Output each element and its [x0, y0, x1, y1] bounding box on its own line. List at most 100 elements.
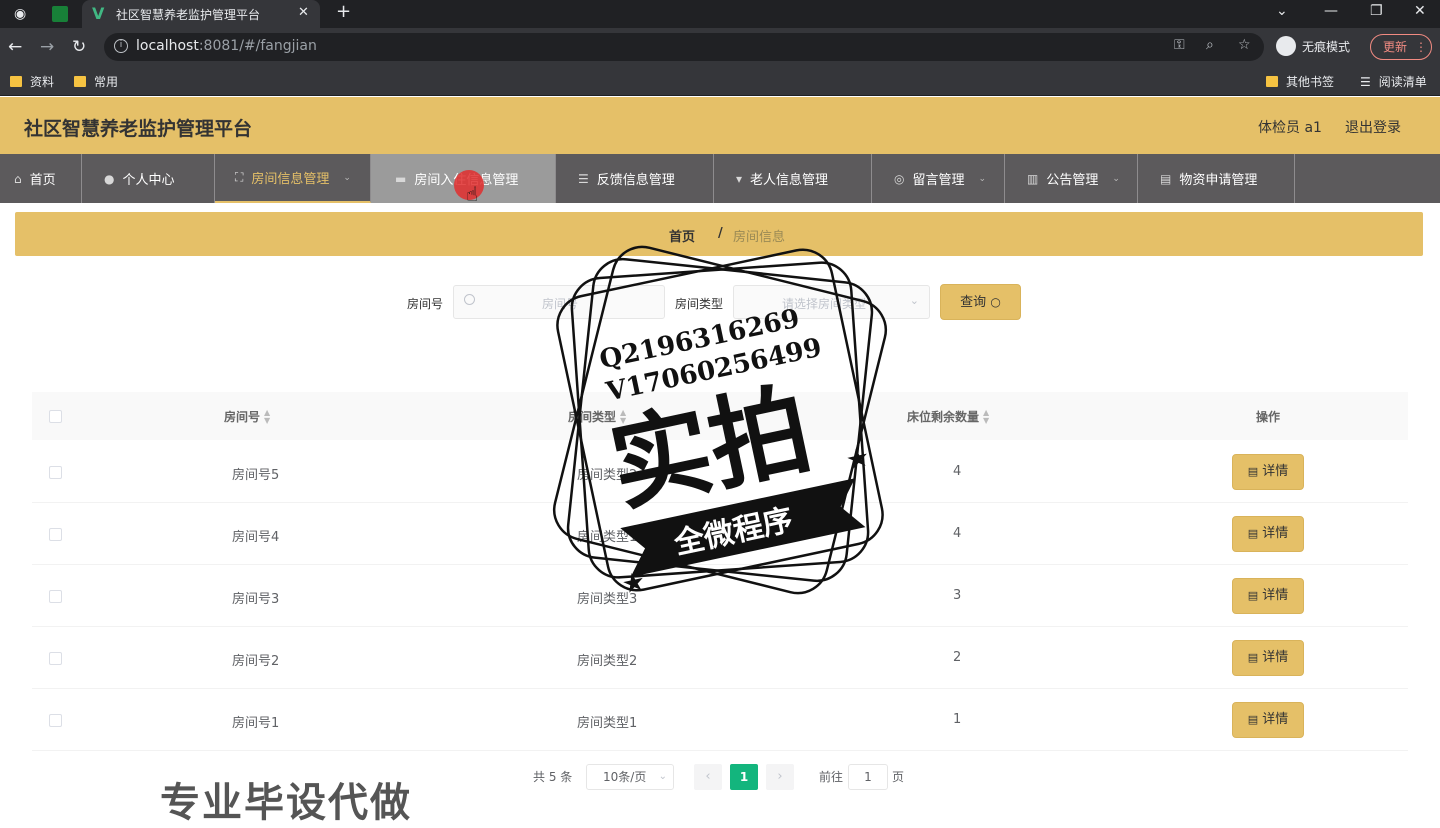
menu-item-notices[interactable]: ▥ 公告管理 ⌄	[1005, 154, 1138, 203]
url-host: localhost	[136, 38, 199, 54]
row-checkbox[interactable]	[49, 528, 62, 541]
detail-label: 详情	[1262, 464, 1289, 479]
detail-button[interactable]: ▤ 详情	[1232, 640, 1304, 676]
detail-button[interactable]: ▤ 详情	[1232, 454, 1304, 490]
column-room-no[interactable]: 房间号 ▲ ▼	[224, 408, 270, 425]
folder-icon	[74, 76, 86, 87]
column-label: 操作	[1256, 410, 1281, 424]
goto-page-input[interactable]: 1	[848, 764, 888, 790]
chevron-down-icon: ⌄	[1112, 173, 1120, 184]
vue-logo-icon: V	[92, 4, 105, 23]
goto-label: 前往	[819, 770, 844, 784]
incognito-indicator[interactable]: 无痕模式	[1276, 32, 1350, 60]
back-icon[interactable]: ←	[8, 37, 22, 57]
detail-button[interactable]: ▤ 详情	[1232, 516, 1304, 552]
detail-button[interactable]: ▤ 详情	[1232, 578, 1304, 614]
app-title: 社区智慧养老监护管理平台	[24, 118, 253, 140]
window-close-icon[interactable]: ✕	[1414, 3, 1426, 19]
compass-icon: ◎	[894, 171, 905, 186]
page-unit-label: 页	[892, 770, 905, 784]
bookmark-label: 常用	[94, 75, 119, 89]
key-icon[interactable]: ⚿	[1174, 37, 1185, 53]
hand-cursor-icon: ☝	[466, 182, 479, 206]
prev-page-button[interactable]: ‹	[694, 764, 722, 790]
cell-beds-left: 2	[953, 650, 962, 665]
bookmark-folder[interactable]: 资料	[10, 73, 54, 90]
sort-icon[interactable]: ▲ ▼	[264, 408, 270, 425]
query-button[interactable]: 查询 ○	[940, 284, 1021, 320]
forward-icon[interactable]: →	[40, 37, 54, 57]
menu-label: 物资申请管理	[1179, 173, 1258, 188]
address-bar: ← → ↻ i localhost:8081/#/fangjian ⚿ ⌕ ☆ …	[0, 28, 1440, 66]
select-all-checkbox[interactable]	[49, 410, 62, 423]
expand-icon: ⛶	[235, 170, 244, 184]
menu-item-elderly[interactable]: ▾ 老人信息管理	[714, 154, 872, 203]
watermark-stamp: Q2196316269 V17060256499 实拍 全微程序 ★ ★	[552, 245, 888, 601]
search-icon: ○	[990, 295, 1001, 309]
bookmark-label: 阅读清单	[1378, 75, 1427, 89]
close-icon[interactable]: ✕	[298, 5, 309, 20]
cell-beds-left: 1	[953, 712, 962, 727]
detail-button[interactable]: ▤ 详情	[1232, 702, 1304, 738]
detail-label: 详情	[1262, 588, 1289, 603]
restore-icon[interactable]: ❐	[1370, 3, 1383, 19]
incognito-icon	[1276, 36, 1296, 56]
folder-icon	[1266, 76, 1278, 87]
list-icon: ☰	[578, 171, 589, 186]
reading-list[interactable]: ☰ 阅读清单	[1360, 73, 1427, 90]
cell-room-no: 房间号4	[232, 530, 280, 545]
menu-item-home[interactable]: ⌂ 首页	[0, 154, 82, 203]
logout-link[interactable]: 退出登录	[1345, 117, 1401, 137]
bookmarks-bar: 资料 常用 其他书签 ☰ 阅读清单	[0, 66, 1440, 96]
star-icon[interactable]: ☆	[1238, 37, 1251, 53]
cell-room-type: 房间类型1	[577, 716, 638, 731]
bookmark-label: 资料	[30, 75, 55, 89]
bookmark-folder[interactable]: 常用	[74, 73, 118, 90]
row-checkbox[interactable]	[49, 466, 62, 479]
new-tab-icon[interactable]: +	[336, 3, 351, 21]
globe-icon[interactable]: ◉	[14, 5, 26, 23]
chevron-down-icon: ⌄	[978, 173, 987, 184]
menu-item-messages[interactable]: ◎ 留言管理 ⌄	[872, 154, 1005, 203]
next-page-button[interactable]: ›	[766, 764, 794, 790]
url-input[interactable]: i localhost:8081/#/fangjian ⚿ ⌕ ☆	[104, 33, 1264, 61]
cell-beds-left: 4	[953, 464, 962, 479]
menu-item-supplies[interactable]: ▤ 物资申请管理	[1138, 154, 1295, 203]
cell-room-no: 房间号5	[232, 468, 280, 483]
chevron-down-icon: ⌄	[658, 771, 667, 782]
row-checkbox[interactable]	[49, 714, 62, 727]
menu-label: 反馈信息管理	[596, 173, 675, 188]
browser-tab-bar: ◉ V 社区智慧养老监护管理平台 ✕ + ⌄ — ❐ ✕	[0, 0, 1440, 28]
pagination-total: 共 5 条	[533, 770, 573, 784]
chevron-down-icon[interactable]: ⌄	[1276, 3, 1288, 19]
menu-item-feedback[interactable]: ☰ 反馈信息管理	[556, 154, 714, 203]
bookmark-label: 其他书签	[1286, 75, 1335, 89]
menu-item-room-info[interactable]: ⛶ 房间信息管理 ⌄	[215, 154, 371, 203]
browser-tab[interactable]: V 社区智慧养老监护管理平台 ✕	[82, 0, 320, 28]
info-icon[interactable]: i	[114, 39, 128, 53]
menu-item-profile[interactable]: ● 个人中心	[82, 154, 215, 203]
document-icon: ▤	[1247, 465, 1259, 478]
current-page-button[interactable]: 1	[730, 764, 758, 790]
zoom-icon[interactable]: ⌕	[1206, 37, 1214, 53]
bottom-watermark-text: 专业毕设代做	[160, 780, 412, 826]
app-header: 社区智慧养老监护管理平台 体检员 a1 退出登录	[0, 97, 1440, 154]
update-label: 更新	[1383, 40, 1408, 54]
room-no-label: 房间号	[407, 297, 444, 311]
url-path: :8081/#/fangjian	[198, 38, 317, 54]
page-size-select[interactable]: 10条/页 ⌄	[586, 764, 674, 790]
sort-icon[interactable]: ▲ ▼	[983, 408, 989, 425]
row-checkbox[interactable]	[49, 652, 62, 665]
row-checkbox[interactable]	[49, 590, 62, 603]
chevron-down-icon: ⌄	[343, 172, 351, 183]
other-bookmarks[interactable]: 其他书签	[1266, 73, 1334, 90]
update-button[interactable]: 更新 ⋮	[1370, 34, 1432, 60]
reload-icon[interactable]: ↻	[72, 37, 86, 57]
cell-room-type: 房间类型2	[577, 654, 638, 669]
minimize-icon[interactable]: —	[1324, 3, 1338, 19]
column-actions: 操作	[1256, 408, 1280, 425]
sheets-tab-icon[interactable]	[52, 6, 68, 22]
incognito-label: 无痕模式	[1302, 39, 1351, 54]
clipboard-icon: ▤	[1160, 171, 1172, 186]
document-icon: ▤	[1247, 589, 1259, 602]
